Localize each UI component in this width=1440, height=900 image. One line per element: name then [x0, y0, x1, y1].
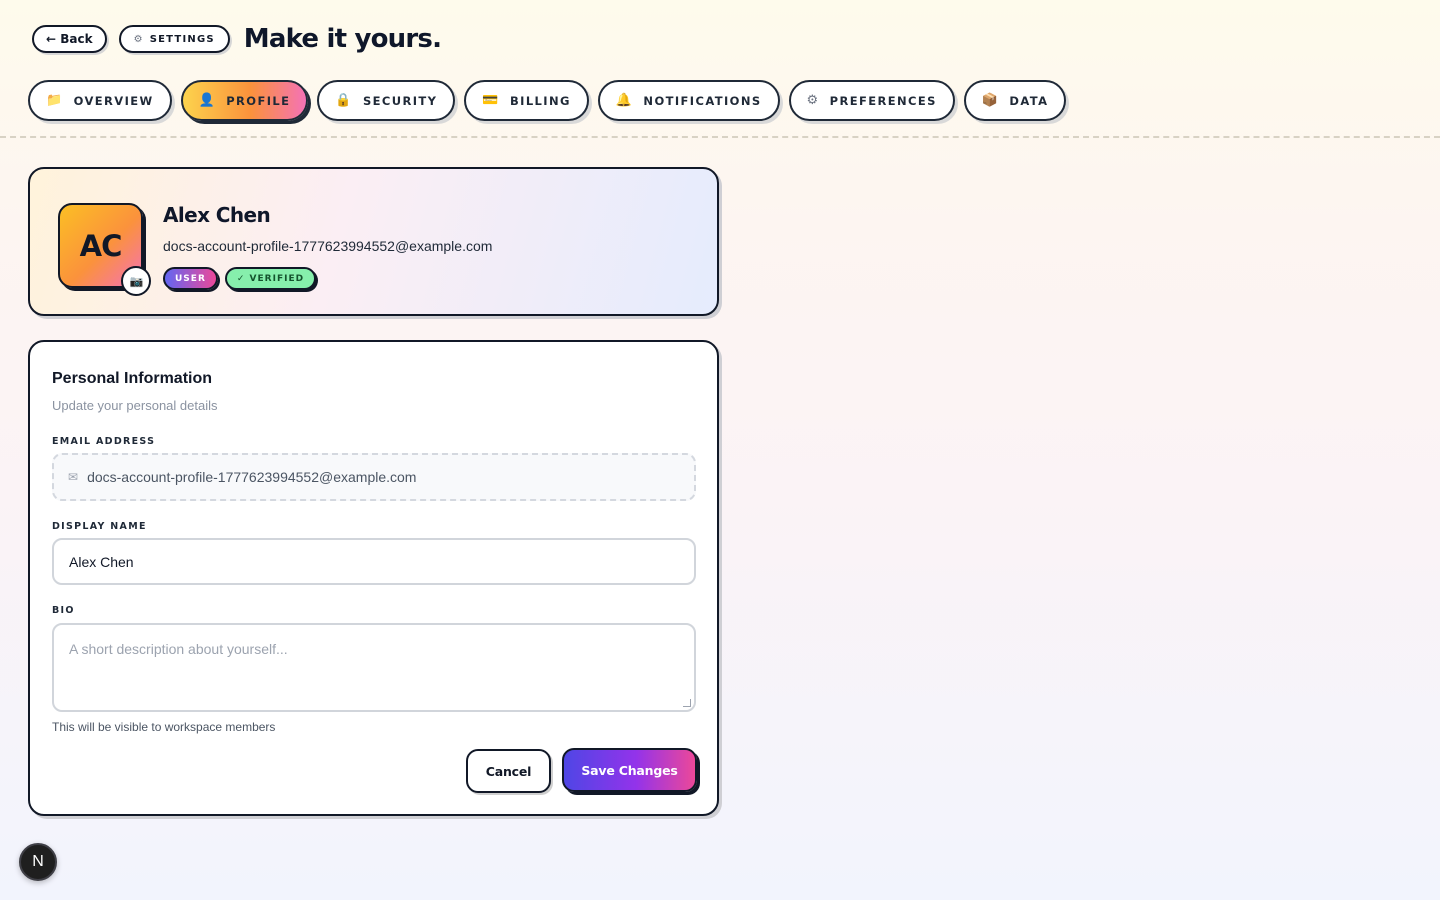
- user-icon: 👤: [198, 93, 217, 108]
- display-name-input[interactable]: Alex Chen: [52, 538, 696, 585]
- role-badge: USER: [163, 267, 218, 290]
- back-button[interactable]: ← Back: [32, 25, 107, 53]
- title-row: ← Back ⚙ SETTINGS Make it yours.: [32, 24, 442, 54]
- profile-name: Alex Chen: [163, 203, 271, 227]
- header: ← Back ⚙ SETTINGS Make it yours. 📁 OVERV…: [0, 0, 1440, 138]
- bio-label: BIO: [52, 605, 75, 616]
- avatar-initials: AC: [79, 228, 123, 263]
- mail-icon: ✉: [68, 470, 79, 484]
- verified-badge: ✓ VERIFIED: [224, 267, 317, 290]
- tab-label: DATA: [1009, 93, 1049, 108]
- change-avatar-button[interactable]: 📷: [121, 266, 151, 296]
- email-label: EMAIL ADDRESS: [52, 436, 156, 447]
- display-name-label: DISPLAY NAME: [52, 521, 147, 532]
- cancel-button[interactable]: Cancel: [466, 749, 551, 793]
- gear-icon: ⚙: [133, 33, 144, 45]
- profile-email: docs-account-profile-1777623994552@examp…: [163, 238, 493, 254]
- bell-icon: 🔔: [615, 93, 634, 108]
- avatar[interactable]: AC 📷: [58, 203, 151, 296]
- resize-handle[interactable]: [683, 699, 691, 707]
- bio-textarea[interactable]: A short description about yourself...: [52, 623, 696, 712]
- tab-preferences[interactable]: ⚙ PREFERENCES: [788, 80, 955, 121]
- dev-tools-badge[interactable]: N: [19, 843, 57, 881]
- tab-label: PREFERENCES: [829, 93, 937, 108]
- email-value: docs-account-profile-1777623994552@examp…: [87, 469, 417, 485]
- profile-summary-card: AC 📷 Alex Chen docs-account-profile-1777…: [28, 167, 719, 316]
- tab-billing[interactable]: 💳 BILLING: [464, 80, 589, 121]
- page-title: Make it yours.: [243, 24, 442, 54]
- tab-label: BILLING: [509, 93, 571, 108]
- profile-badges: USER ✓ VERIFIED: [163, 267, 317, 290]
- settings-button[interactable]: ⚙ SETTINGS: [118, 25, 230, 53]
- tab-notifications[interactable]: 🔔 NOTIFICATIONS: [597, 80, 780, 121]
- settings-label: SETTINGS: [149, 33, 215, 45]
- folder-icon: 📁: [46, 93, 64, 108]
- bio-hint: This will be visible to workspace member…: [52, 720, 276, 734]
- dev-badge-label: N: [32, 853, 44, 870]
- tab-label: SECURITY: [362, 93, 438, 108]
- email-field: ✉ docs-account-profile-1777623994552@exa…: [52, 453, 696, 501]
- camera-icon: 📷: [129, 274, 144, 288]
- credit-card-icon: 💳: [482, 93, 500, 108]
- personal-info-card: Personal Information Update your persona…: [28, 340, 719, 816]
- section-title: Personal Information: [52, 370, 213, 387]
- tab-profile[interactable]: 👤 PROFILE: [180, 80, 309, 121]
- tab-label: PROFILE: [226, 93, 291, 108]
- settings-tabs: 📁 OVERVIEW 👤 PROFILE 🔒 SECURITY 💳 BILLIN…: [28, 80, 1067, 121]
- tab-data[interactable]: 📦 DATA: [963, 80, 1067, 121]
- gear-icon: ⚙: [806, 93, 820, 108]
- tab-label: NOTIFICATIONS: [643, 93, 762, 108]
- display-name-value: Alex Chen: [69, 553, 134, 570]
- tab-overview[interactable]: 📁 OVERVIEW: [28, 80, 172, 121]
- lock-icon: 🔒: [335, 93, 353, 108]
- save-button[interactable]: Save Changes: [562, 748, 697, 792]
- tab-label: OVERVIEW: [73, 93, 154, 108]
- tab-security[interactable]: 🔒 SECURITY: [317, 80, 456, 121]
- package-icon: 📦: [981, 93, 1000, 108]
- bio-placeholder: A short description about yourself...: [69, 641, 288, 657]
- section-subtitle: Update your personal details: [52, 398, 218, 413]
